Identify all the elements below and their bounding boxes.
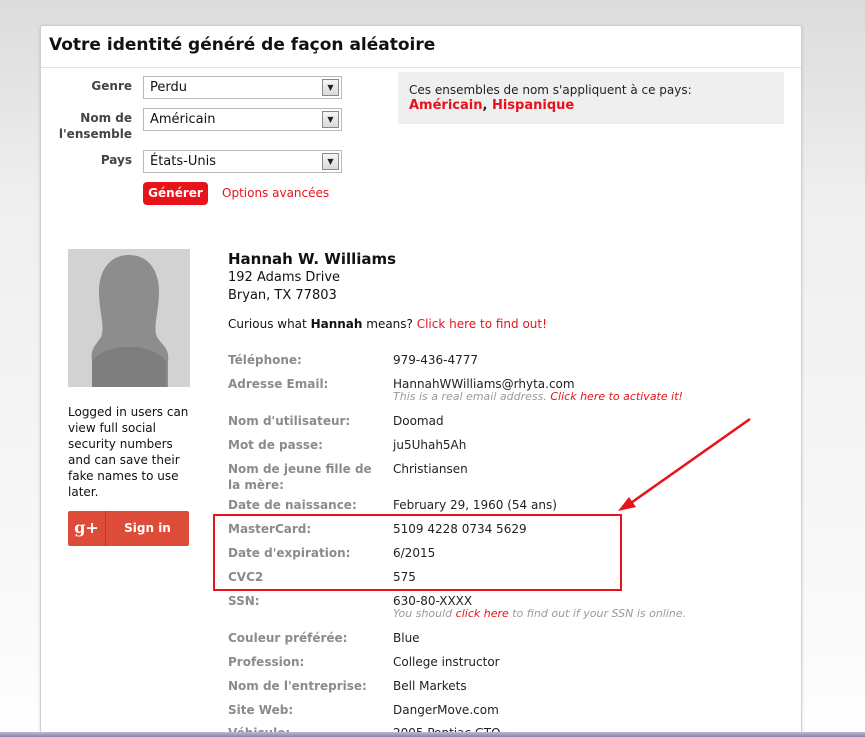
field-label: Nom de l'entreprise:: [228, 679, 367, 693]
curious-suffix: means?: [362, 317, 417, 331]
field-label: Mot de passe:: [228, 438, 323, 452]
signin-label: Sign in: [124, 521, 171, 535]
address-line2: Bryan, TX 77803: [228, 288, 337, 303]
field-value: Blue: [393, 631, 420, 645]
name-meaning-link[interactable]: Click here to find out!: [417, 317, 547, 331]
chevron-down-icon[interactable]: ▼: [322, 153, 339, 170]
field-label: Adresse Email:: [228, 377, 329, 391]
name-meaning-line: Curious what Hannah means? Click here to…: [228, 317, 547, 331]
field-label: Couleur préférée:: [228, 631, 348, 645]
genre-label: Genre: [91, 79, 132, 93]
bottom-bar: [0, 732, 865, 737]
chevron-down-icon[interactable]: ▼: [322, 111, 339, 128]
chevron-down-icon[interactable]: ▼: [322, 79, 339, 96]
card-highlight-box: [213, 514, 622, 591]
nameset-link-american[interactable]: Américain: [409, 98, 482, 113]
country-info-box: Ces ensembles de nom s'appliquent à ce p…: [398, 72, 784, 124]
curious-name: Hannah: [310, 317, 363, 331]
generate-button[interactable]: Générer: [143, 182, 208, 205]
field-value: February 29, 1960 (54 ans): [393, 498, 557, 512]
ssn-note-prefix: You should: [393, 607, 456, 620]
field-value: 979-436-4777: [393, 353, 479, 367]
field-value: Christiansen: [393, 462, 468, 476]
person-silhouette-icon: [68, 249, 190, 387]
field-label: Téléphone:: [228, 353, 302, 367]
nameset-link-hispanic[interactable]: Hispanique: [492, 98, 574, 113]
curious-prefix: Curious what: [228, 317, 311, 331]
nameset-label: Nom de l'ensemble: [58, 111, 132, 141]
address-line1: 192 Adams Drive: [228, 270, 341, 285]
email-note-text: This is a real email address.: [393, 390, 551, 403]
nameset-select[interactable]: Américain ▼: [143, 108, 342, 131]
field-label: Nom de jeune fille de la mère:: [228, 462, 372, 492]
country-select-value: États-Unis: [150, 154, 216, 169]
avatar: [68, 249, 190, 387]
field-value: Bell Markets: [393, 679, 467, 693]
login-promo-text: Logged in users can view full social sec…: [68, 405, 189, 499]
nameset-select-value: Américain: [150, 112, 216, 127]
ssn-check-link[interactable]: click here: [456, 607, 509, 620]
page-title: Votre identité généré de façon aléatoire: [41, 26, 801, 68]
advanced-options-link[interactable]: Options avancées: [222, 186, 329, 200]
activate-email-link[interactable]: Click here to activate it!: [550, 390, 683, 403]
nameset-links: Américain, Hispanique: [409, 98, 773, 114]
field-value: Doomad: [393, 414, 444, 428]
field-label: Date de naissance:: [228, 498, 357, 512]
country-label: Pays: [100, 153, 132, 167]
genre-select-value: Perdu: [150, 80, 187, 95]
field-value: DangerMove.com: [393, 703, 499, 717]
country-info-text: Ces ensembles de nom s'appliquent à ce p…: [409, 83, 692, 97]
ssn-note-suffix: to find out if your SSN is online.: [508, 607, 687, 620]
google-plus-icon: g+: [68, 511, 106, 546]
field-value: College instructor: [393, 655, 500, 669]
annotation-arrow-icon: [618, 417, 751, 511]
email-note: This is a real email address. Click here…: [393, 390, 683, 403]
field-label: Site Web:: [228, 703, 294, 717]
nameset-separator: ,: [482, 98, 492, 113]
field-label: Profession:: [228, 655, 305, 669]
google-signin-button[interactable]: g+ Sign in: [68, 511, 189, 546]
field-value: ju5Uhah5Ah: [393, 438, 467, 452]
country-select[interactable]: États-Unis ▼: [143, 150, 342, 173]
identity-panel: Votre identité généré de façon aléatoire…: [40, 25, 802, 737]
genre-select[interactable]: Perdu ▼: [143, 76, 342, 99]
field-label: Nom d'utilisateur:: [228, 414, 351, 428]
field-label: SSN:: [228, 594, 260, 608]
ssn-note: You should click here to find out if you…: [393, 607, 686, 620]
identity-name: Hannah W. Williams: [228, 250, 397, 268]
